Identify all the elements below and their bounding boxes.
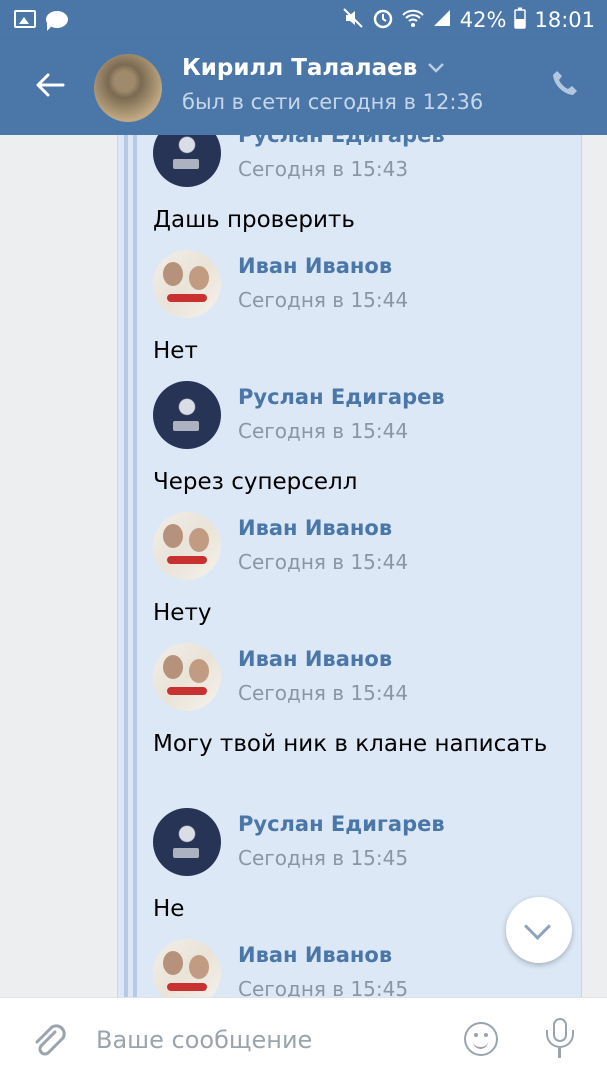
- message-time: Сегодня в 15:44: [238, 681, 409, 705]
- alarm-icon: [372, 7, 394, 34]
- emoji-button[interactable]: [464, 1022, 498, 1056]
- author-name[interactable]: Иван Иванов: [238, 254, 392, 278]
- message-time: Сегодня в 15:44: [238, 419, 409, 443]
- message-time: Сегодня в 15:45: [238, 977, 409, 997]
- clock: 18:01: [534, 8, 595, 32]
- message-composer: Ваше сообщение: [0, 997, 607, 1081]
- chat-area[interactable]: Руслан Едигарев Сегодня в 15:43 Дашь про…: [0, 135, 607, 997]
- author-name[interactable]: Иван Иванов: [238, 516, 392, 540]
- battery-icon: [514, 7, 527, 34]
- author-name[interactable]: Руслан Едигарев: [238, 812, 445, 836]
- phone-icon: [553, 71, 577, 95]
- author-avatar[interactable]: [153, 643, 221, 711]
- attach-button[interactable]: [30, 1020, 66, 1060]
- last-seen-status: был в сети сегодня в 12:36: [182, 90, 484, 114]
- message-time: Сегодня в 15:44: [238, 288, 409, 312]
- mute-icon: [342, 7, 364, 34]
- wifi-icon: [402, 8, 424, 33]
- message-text: Могу твой ник в клане написать: [153, 731, 548, 757]
- message-icon: [46, 10, 68, 31]
- message-time: Сегодня в 15:44: [238, 550, 409, 574]
- forward-quote-bar: [124, 135, 128, 997]
- chevron-down-icon: [524, 913, 551, 940]
- message-text: Нет: [153, 338, 198, 364]
- author-name[interactable]: Руслан Едигарев: [238, 385, 445, 409]
- back-arrow-icon: [36, 73, 65, 97]
- battery-level: 42%: [459, 8, 507, 32]
- author-name[interactable]: Иван Иванов: [238, 647, 392, 671]
- contact-name-button[interactable]: Кирилл Талалаев: [182, 55, 445, 81]
- author-avatar[interactable]: [153, 250, 221, 318]
- message-text: Не: [153, 896, 185, 922]
- status-bar: 42% 18:01: [0, 0, 607, 40]
- forward-quote-bar: [133, 135, 137, 997]
- message-time: Сегодня в 15:43: [238, 157, 409, 181]
- author-avatar[interactable]: [153, 808, 221, 876]
- message-text: Через суперселл: [153, 469, 358, 495]
- message-time: Сегодня в 15:45: [238, 846, 409, 870]
- author-name[interactable]: Руслан Едигарев: [238, 135, 445, 147]
- chat-header: Кирилл Талалаев был в сети сегодня в 12:…: [0, 40, 607, 135]
- author-avatar[interactable]: [153, 381, 221, 449]
- message-text: Дашь проверить: [153, 207, 355, 233]
- call-button[interactable]: [547, 68, 583, 104]
- author-name[interactable]: Иван Иванов: [238, 943, 392, 967]
- image-icon: [14, 10, 36, 28]
- attach-icon: [35, 1024, 66, 1056]
- signal-icon: [432, 8, 452, 33]
- chevron-down-icon: [427, 59, 445, 78]
- voice-message-button[interactable]: [545, 1018, 575, 1062]
- scroll-down-button[interactable]: [506, 897, 572, 963]
- message-text: Нету: [153, 600, 212, 626]
- author-avatar[interactable]: [153, 512, 221, 580]
- contact-avatar[interactable]: [94, 54, 162, 122]
- contact-name: Кирилл Талалаев: [182, 55, 418, 81]
- message-input[interactable]: Ваше сообщение: [96, 1026, 312, 1054]
- back-button[interactable]: [30, 68, 70, 108]
